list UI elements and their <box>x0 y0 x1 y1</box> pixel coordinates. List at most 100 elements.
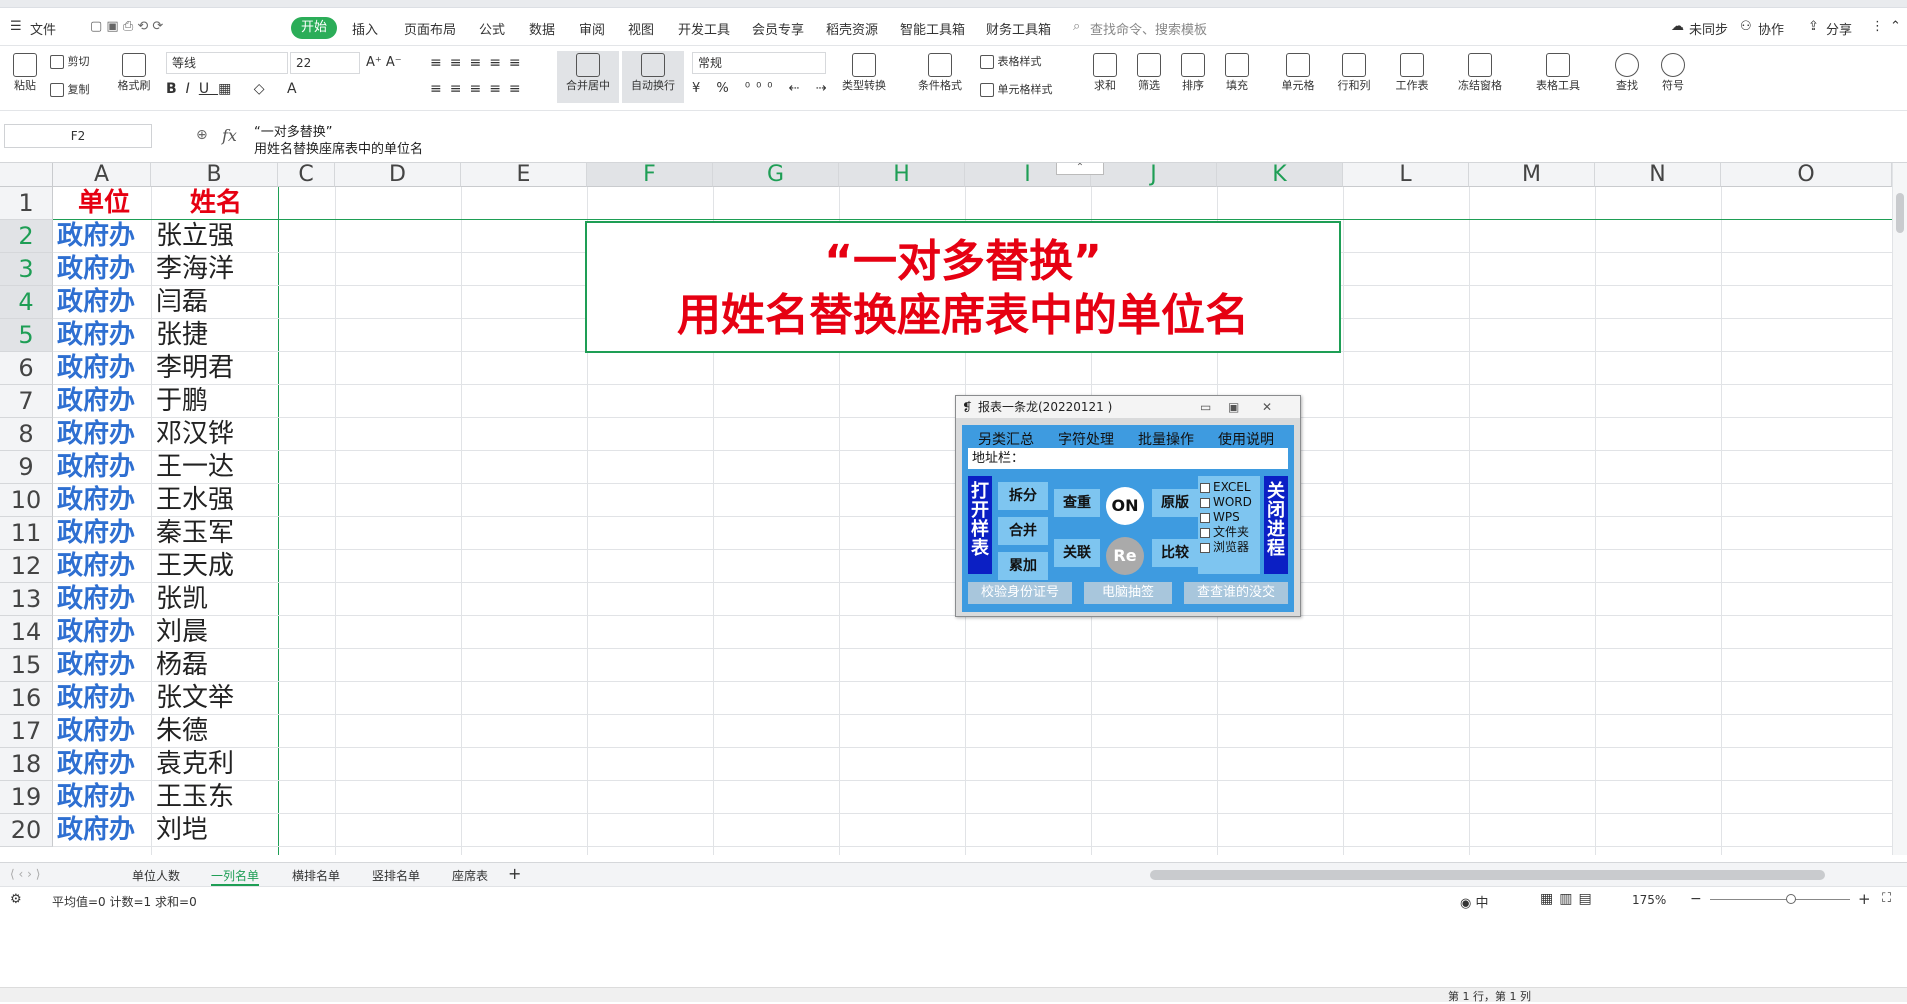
tab-review[interactable]: 审阅 <box>579 19 605 38</box>
sync-status[interactable]: 未同步 <box>1689 19 1728 38</box>
sheet-tab[interactable]: 竖排名单 <box>372 867 420 884</box>
row-header[interactable]: 19 <box>0 781 53 814</box>
fill-button[interactable]: 填充 <box>1220 53 1254 93</box>
name-cell[interactable]: 邓汉铧 <box>156 418 234 451</box>
tab-start[interactable]: 开始 <box>291 17 337 39</box>
format-painter-button[interactable]: 格式刷 <box>112 53 156 93</box>
scroll-thumb[interactable] <box>1896 193 1904 233</box>
collapse-arrow-icon[interactable]: ⌃ <box>1056 163 1104 175</box>
row-header[interactable]: 20 <box>0 814 53 847</box>
tab-docer[interactable]: 稻壳资源 <box>826 19 878 38</box>
unit-cell[interactable]: 政府办 <box>57 220 135 253</box>
share-icon[interactable]: ⇪ <box>1808 19 1819 34</box>
panel-title-bar[interactable]: ❡ 报表一条龙(20220121 ) ▭ ▣ ✕ <box>956 396 1300 418</box>
open-sample-button[interactable]: 打开样表 <box>968 476 992 574</box>
zoom-icon[interactable]: ⊕ <box>196 127 208 143</box>
sheet-tab[interactable]: 座席表 <box>452 867 488 884</box>
name-cell[interactable]: 朱德 <box>156 715 208 748</box>
symbol-button[interactable]: 符号 <box>1656 53 1690 93</box>
dedupe-button[interactable]: 查重 <box>1054 489 1100 517</box>
col-header-m[interactable]: M <box>1469 163 1595 187</box>
row-header[interactable]: 8 <box>0 418 53 451</box>
hamburger-icon[interactable]: ☰ <box>10 19 22 34</box>
horizontal-scrollbar[interactable] <box>1150 870 1825 880</box>
conditional-format-button[interactable]: 条件格式 <box>912 53 968 93</box>
check-word[interactable]: WORD <box>1200 495 1252 509</box>
unit-cell[interactable]: 政府办 <box>57 385 135 418</box>
zoom-slider-thumb[interactable] <box>1786 894 1796 904</box>
check-folder[interactable]: 文件夹 <box>1200 525 1249 539</box>
tab-insert[interactable]: 插入 <box>352 19 378 38</box>
col-header-l[interactable]: L <box>1343 163 1469 187</box>
row-header[interactable]: 5 <box>0 319 53 352</box>
copy-button[interactable]: 复制 <box>50 81 90 97</box>
unit-cell[interactable]: 政府办 <box>57 781 135 814</box>
vertical-scrollbar[interactable] <box>1892 163 1907 855</box>
sort-button[interactable]: 排序 <box>1176 53 1210 93</box>
missing-check-button[interactable]: 查查谁的没交 <box>1184 582 1288 604</box>
tab-developer[interactable]: 开发工具 <box>678 19 730 38</box>
type-convert-button[interactable]: 类型转换 <box>834 53 894 93</box>
tab-data[interactable]: 数据 <box>529 19 555 38</box>
quick-access-icons[interactable]: ▢ ▣ ⎙ ⟲ ⟳ <box>90 19 163 34</box>
tab-nav-icons[interactable]: ⟨ ‹ › ⟩ <box>10 867 40 881</box>
unit-cell[interactable]: 政府办 <box>57 649 135 682</box>
col-header-j[interactable]: J <box>1091 163 1217 187</box>
id-check-button[interactable]: 校验身份证号 <box>968 582 1072 604</box>
number-format-select[interactable]: 常规 <box>692 52 826 74</box>
formula-input[interactable]: “一对多替换” 用姓名替换座席表中的单位名 <box>254 124 423 158</box>
cut-button[interactable]: 剪切 <box>50 53 90 69</box>
row-header[interactable]: 16 <box>0 682 53 715</box>
minimize-icon[interactable]: ▭ <box>1200 396 1211 418</box>
row-header[interactable]: 6 <box>0 352 53 385</box>
name-cell[interactable]: 李明君 <box>156 352 234 385</box>
fullscreen-icon[interactable]: ⛶ <box>1882 891 1891 906</box>
panel-menu-summary[interactable]: 另类汇总 <box>978 429 1034 449</box>
cell-style-button[interactable]: 单元格样式 <box>980 81 1053 97</box>
col-header-k[interactable]: K <box>1217 163 1343 187</box>
name-cell[interactable]: 张凯 <box>156 583 208 616</box>
table-tools-button[interactable]: 表格工具 <box>1530 53 1586 93</box>
more-icon[interactable]: ⋮ <box>1871 19 1884 34</box>
font-name-select[interactable]: 等线 <box>166 52 288 74</box>
header-cell-unit[interactable]: 单位 <box>78 187 130 220</box>
close-icon[interactable]: ✕ <box>1262 396 1272 418</box>
zoom-slider[interactable] <box>1710 899 1850 900</box>
find-button[interactable]: 查找 <box>1610 53 1644 93</box>
wrap-text-button[interactable]: 自动换行 <box>622 51 684 103</box>
collab-icon[interactable]: ⚇ <box>1740 19 1752 34</box>
name-cell[interactable]: 刘垲 <box>156 814 208 847</box>
name-cell[interactable]: 闫磊 <box>156 286 208 319</box>
select-all-corner[interactable] <box>0 163 53 187</box>
font-size-select[interactable]: 22 <box>290 52 360 74</box>
share-button[interactable]: 分享 <box>1826 19 1852 38</box>
sum-button[interactable]: 求和 <box>1088 53 1122 93</box>
unit-cell[interactable]: 政府办 <box>57 814 135 847</box>
header-cell-name[interactable]: 姓名 <box>190 187 242 220</box>
row-header[interactable]: 17 <box>0 715 53 748</box>
name-cell[interactable]: 王水强 <box>156 484 234 517</box>
col-header-c[interactable]: C <box>278 163 335 187</box>
row-header[interactable]: 11 <box>0 517 53 550</box>
unit-cell[interactable]: 政府办 <box>57 418 135 451</box>
search-icon[interactable]: ⌕ <box>1073 19 1080 34</box>
tab-member[interactable]: 会员专享 <box>752 19 804 38</box>
row-header[interactable]: 13 <box>0 583 53 616</box>
worksheet-grid[interactable]: A B C D E F G H I J K L M N O ⌃ 1 2 3 4 … <box>0 163 1892 855</box>
name-cell[interactable]: 杨磊 <box>156 649 208 682</box>
split-button[interactable]: 拆分 <box>998 482 1048 510</box>
view-mode-icons[interactable]: ▦▥▤ <box>1540 891 1598 907</box>
unit-cell[interactable]: 政府办 <box>57 451 135 484</box>
align-top-icons[interactable]: ≡≡≡≡≡ <box>430 55 529 71</box>
unit-cell[interactable]: 政府办 <box>57 748 135 781</box>
table-style-button[interactable]: 表格样式 <box>980 53 1042 69</box>
on-toggle[interactable]: ON <box>1106 487 1144 525</box>
sheet-tab-active[interactable]: 一列名单 <box>211 867 260 886</box>
col-header-h[interactable]: H <box>839 163 965 187</box>
row-header[interactable]: 9 <box>0 451 53 484</box>
name-cell[interactable]: 张立强 <box>156 220 234 253</box>
unit-cell[interactable]: 政府办 <box>57 715 135 748</box>
lottery-button[interactable]: 电脑抽签 <box>1084 582 1172 604</box>
freeze-panes-button[interactable]: 冻结窗格 <box>1452 53 1508 93</box>
zoom-in-icon[interactable]: + <box>1858 890 1871 908</box>
